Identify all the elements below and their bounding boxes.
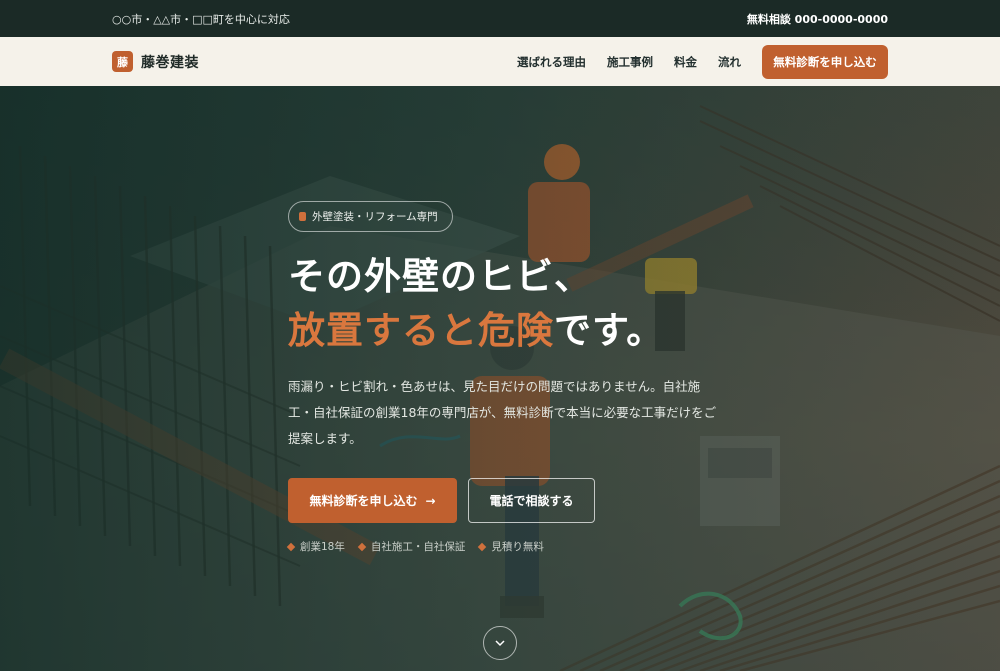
diamond-icon [357,542,367,551]
site-logo[interactable]: 藤 藤巻建装 [112,51,199,72]
headline-rest: です。 [554,309,665,352]
category-tag: 外壁塗装・リフォーム専門 [288,201,453,232]
badge-item: 自社施工・自社保証 [357,539,466,554]
badge-label: 自社施工・自社保証 [370,541,466,553]
phone-consult-text[interactable]: 無料相談 000-0000-0000 [747,11,888,27]
logo-mark-icon: 藤 [112,51,133,72]
top-utility-bar: ○○市・△△市・□□町を中心に対応 無料相談 000-0000-0000 [0,0,1000,37]
free-diagnosis-button[interactable]: 無料診断を申し込む → [288,478,457,523]
nav-link-flow[interactable]: 流れ [718,54,741,70]
nav-link-reasons[interactable]: 選ばれる理由 [517,54,586,70]
hero-badges: 創業18年 自社施工・自社保証 見積り無料 [286,539,728,554]
nav-link-pricing[interactable]: 料金 [674,54,697,70]
tag-dot-icon [299,212,306,221]
hero-section: 外壁塗装・リフォーム専門 その外壁のヒビ、 放置すると危険です。 雨漏り・ヒビ割… [0,86,1000,671]
headline-line1: その外壁のヒビ、 [288,255,592,298]
hero-lead-text: 雨漏り・ヒビ割れ・色あせは、見た目だけの問題ではありません。自社施工・自社保証の… [288,379,717,446]
badge-label: 創業18年 [300,541,345,553]
free-diagnosis-label: 無料診断を申し込む [309,494,418,508]
diamond-icon [478,542,487,551]
hero-content: 外壁塗装・リフォーム専門 その外壁のヒビ、 放置すると危険です。 雨漏り・ヒビ割… [286,201,728,554]
category-tag-label: 外壁塗装・リフォーム専門 [312,211,438,223]
badge-item: 見積り無料 [478,539,544,554]
nav-cta-button[interactable]: 無料診断を申し込む [762,44,888,79]
arrow-right-icon: → [425,493,436,508]
service-area-text: ○○市・△△市・□□町を中心に対応 [112,12,290,26]
chevron-down-icon [495,640,505,647]
scroll-down-button[interactable] [483,626,517,660]
badge-item: 創業18年 [286,539,345,554]
hero-headline: その外壁のヒビ、 放置すると危険です。 [288,250,728,358]
logo-text: 藤巻建装 [141,54,199,71]
nav-links: 選ばれる理由 施工事例 料金 流れ 無料診断を申し込む [517,44,888,79]
phone-consult-button[interactable]: 電話で相談する [468,478,595,523]
headline-accent: 放置すると危険 [288,309,554,352]
main-navbar: 藤 藤巻建装 選ばれる理由 施工事例 料金 流れ 無料診断を申し込む [0,37,1000,86]
nav-link-cases[interactable]: 施工事例 [607,54,653,70]
badge-label: 見積り無料 [491,541,544,553]
diamond-icon [286,542,296,551]
hero-buttons: 無料診断を申し込む → 電話で相談する [288,478,728,523]
